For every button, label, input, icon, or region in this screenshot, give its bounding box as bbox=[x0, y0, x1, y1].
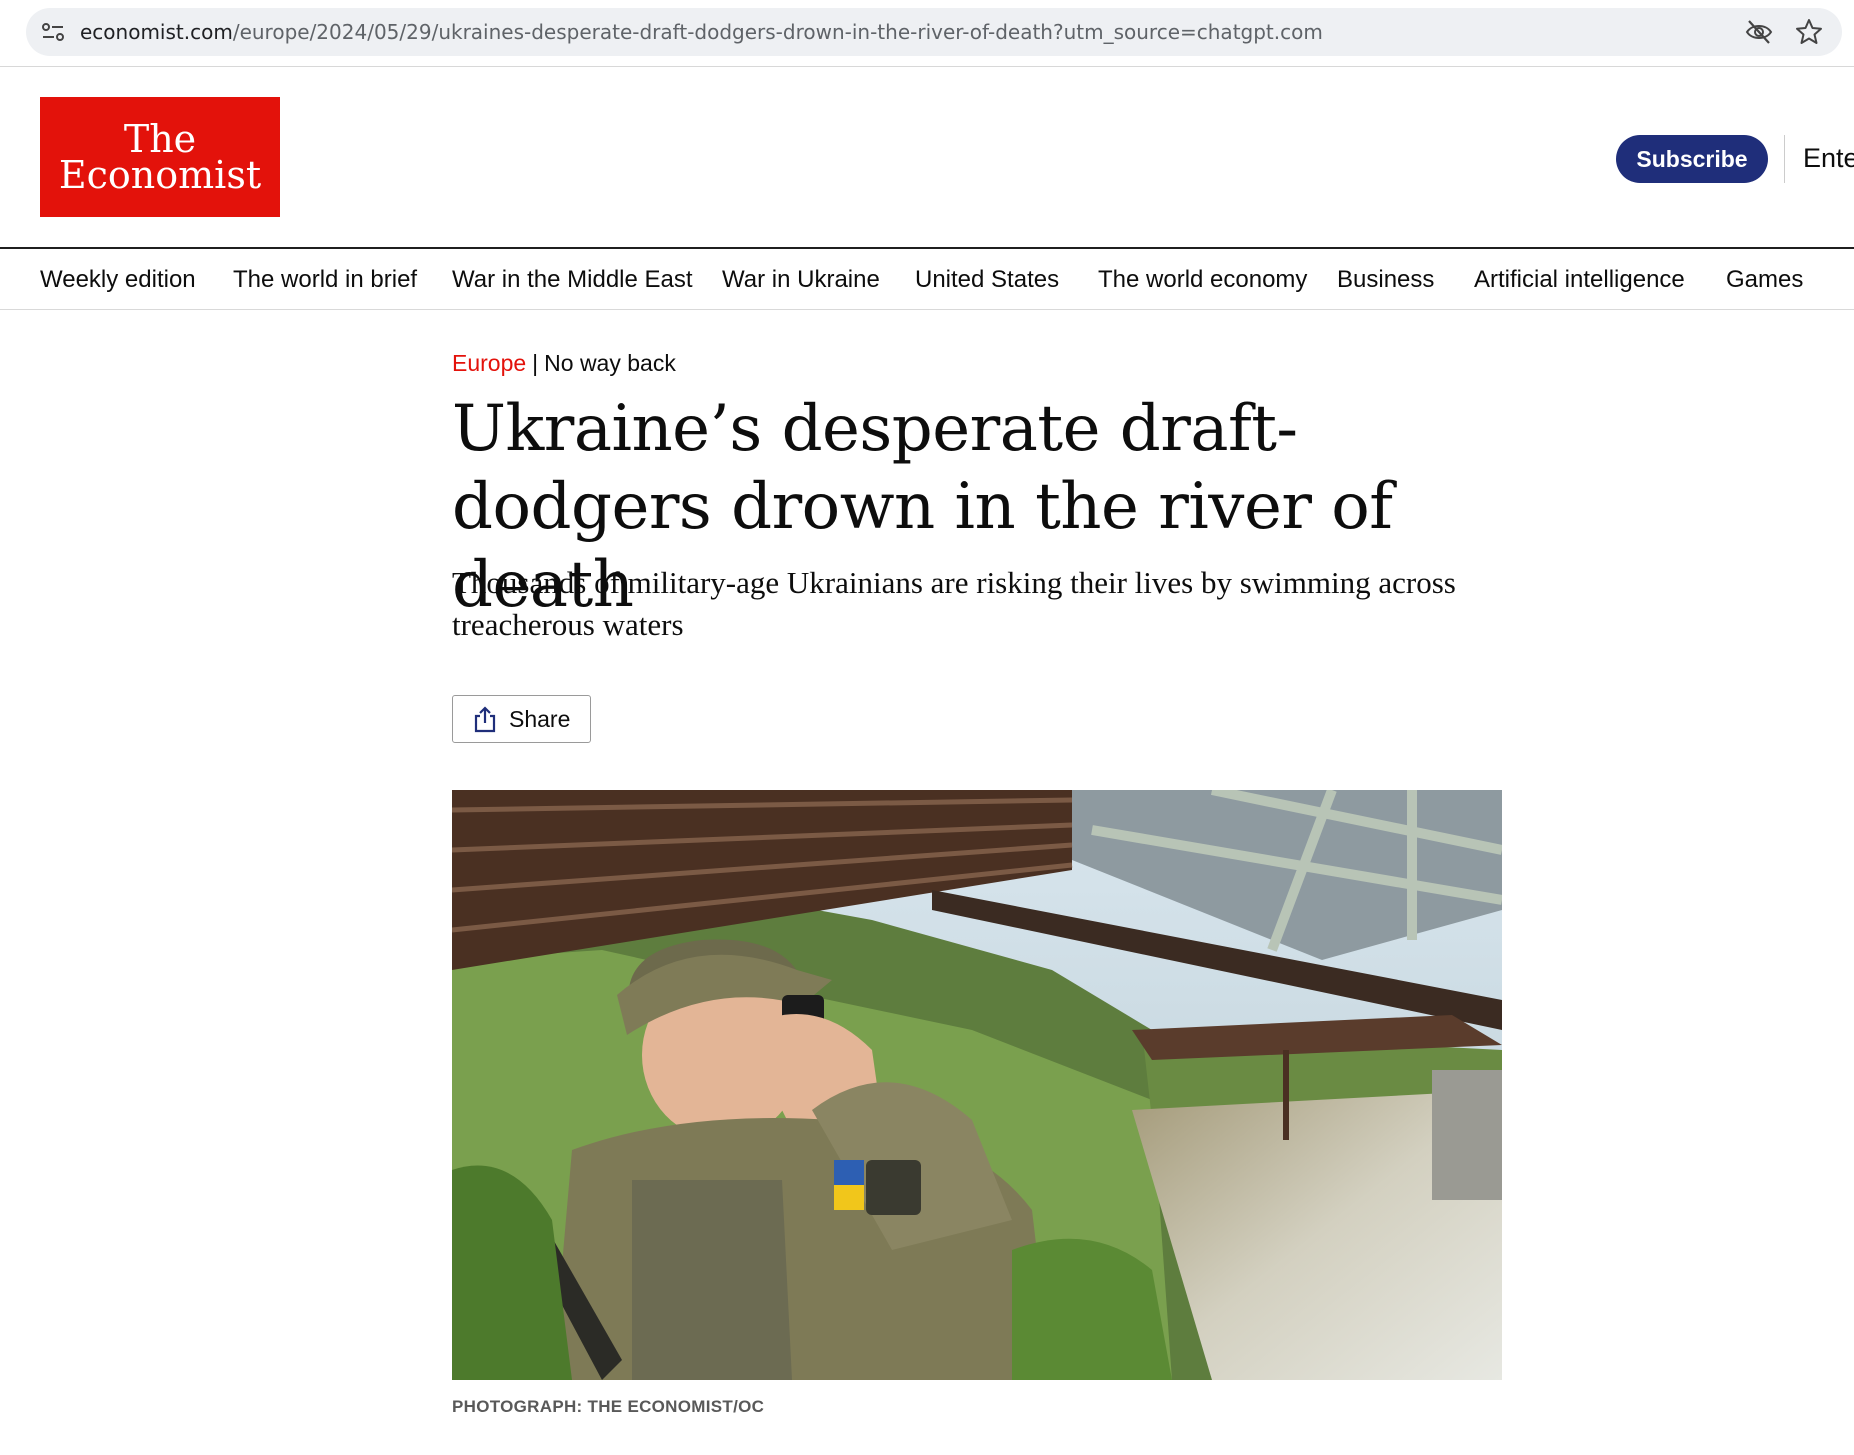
share-icon bbox=[474, 706, 496, 733]
standfirst: Thousands of military-age Ukrainians are… bbox=[452, 565, 1456, 642]
nav-item-united-states[interactable]: United States bbox=[915, 266, 1059, 294]
nav-item-world-economy[interactable]: The world economy bbox=[1098, 266, 1307, 294]
rubric: Europe | No way back bbox=[452, 350, 676, 377]
url-host: economist.com bbox=[80, 20, 233, 44]
star-icon[interactable] bbox=[1794, 17, 1824, 47]
browser-toolbar: economist.com/europe/2024/05/29/ukraines… bbox=[0, 0, 1854, 67]
url-text[interactable]: economist.com/europe/2024/05/29/ukraines… bbox=[80, 20, 1323, 44]
rubric-separator: | bbox=[532, 350, 539, 376]
photo-caption: PHOTOGRAPH: THE ECONOMIST/OC bbox=[452, 1397, 765, 1416]
nav-item-war-middle-east[interactable]: War in the Middle East bbox=[452, 266, 693, 294]
main-nav: Weekly edition The world in brief War in… bbox=[0, 250, 1854, 310]
nav-item-artificial-intelligence[interactable]: Artificial intelligence bbox=[1474, 266, 1685, 294]
nav-item-war-in-ukraine[interactable]: War in Ukraine bbox=[722, 266, 880, 294]
section-link[interactable]: Europe bbox=[452, 350, 526, 376]
header-divider bbox=[1784, 135, 1785, 183]
enter-link[interactable]: Ente bbox=[1803, 143, 1854, 174]
url-path: /europe/2024/05/29/ukraines-desperate-dr… bbox=[232, 20, 1323, 44]
economist-logo[interactable]: The Economist bbox=[40, 97, 280, 217]
nav-item-business[interactable]: Business bbox=[1337, 266, 1434, 294]
logo-line-2: Economist bbox=[58, 153, 262, 197]
eye-off-icon[interactable] bbox=[1744, 18, 1774, 46]
nav-item-world-in-brief[interactable]: The world in brief bbox=[233, 266, 417, 294]
site-info-icon[interactable] bbox=[40, 20, 66, 44]
nav-item-weekly-edition[interactable]: Weekly edition bbox=[40, 266, 196, 294]
share-button[interactable]: Share bbox=[452, 695, 591, 743]
fly-title: No way back bbox=[544, 350, 676, 376]
address-bar[interactable]: economist.com/europe/2024/05/29/ukraines… bbox=[26, 8, 1842, 56]
nav-item-games[interactable]: Games bbox=[1726, 266, 1803, 294]
share-label: Share bbox=[509, 705, 571, 732]
hero-photo bbox=[452, 790, 1502, 1380]
logo-line-1: The bbox=[123, 117, 197, 161]
hero-photo-illustration bbox=[452, 790, 1502, 1380]
masthead: The Economist Subscribe Ente bbox=[0, 67, 1854, 249]
subscribe-button[interactable]: Subscribe bbox=[1616, 135, 1768, 183]
